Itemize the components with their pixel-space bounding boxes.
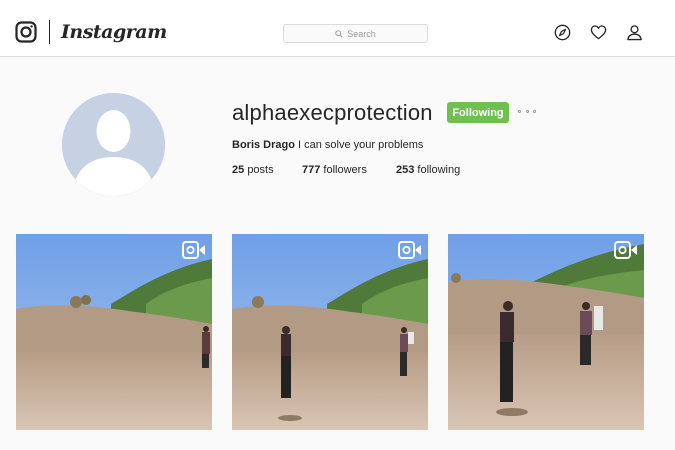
logo-divider — [49, 20, 50, 44]
profile-avatar[interactable] — [62, 93, 165, 196]
followers-link[interactable]: 777 followers — [302, 163, 367, 177]
post-thumbnail[interactable] — [448, 234, 644, 430]
heart-icon[interactable] — [590, 24, 607, 41]
posts-count-stat: 25 posts — [232, 163, 274, 177]
posts-count: 25 — [232, 164, 245, 176]
followers-count: 777 — [302, 164, 321, 176]
post-image — [16, 234, 212, 430]
more-options-icon[interactable] — [518, 104, 536, 118]
post-thumbnail[interactable] — [16, 234, 212, 430]
dot — [525, 109, 529, 113]
compass-icon[interactable] — [554, 24, 571, 41]
user-icon[interactable] — [626, 24, 643, 41]
following-button[interactable]: Following — [447, 102, 509, 123]
instagram-logo-icon[interactable] — [15, 21, 37, 43]
posts-label: posts — [247, 164, 274, 176]
search-placeholder: Search — [347, 28, 376, 39]
dot — [533, 109, 536, 113]
profile-bio: Boris Drago I can solve your problems — [232, 138, 423, 152]
following-label: following — [417, 164, 461, 176]
video-camera-icon — [398, 241, 421, 259]
post-image — [232, 234, 428, 430]
profile-bio-text: I can solve your problems — [298, 139, 424, 151]
post-thumbnail[interactable] — [232, 234, 428, 430]
instagram-wordmark[interactable]: Instagram — [61, 19, 167, 45]
top-nav-bar: Instagram Search — [0, 0, 675, 57]
video-camera-icon — [182, 241, 205, 259]
following-count: 253 — [396, 164, 415, 176]
default-avatar-icon — [62, 93, 165, 196]
dot — [518, 109, 521, 113]
video-camera-icon — [614, 241, 637, 259]
search-icon — [335, 29, 343, 38]
followers-label: followers — [323, 164, 367, 176]
following-link[interactable]: 253 following — [396, 163, 460, 177]
post-image — [448, 234, 644, 430]
search-input[interactable]: Search — [283, 24, 428, 43]
profile-full-name: Boris Drago — [232, 139, 295, 151]
profile-username: alphaexecprotection — [232, 100, 433, 125]
